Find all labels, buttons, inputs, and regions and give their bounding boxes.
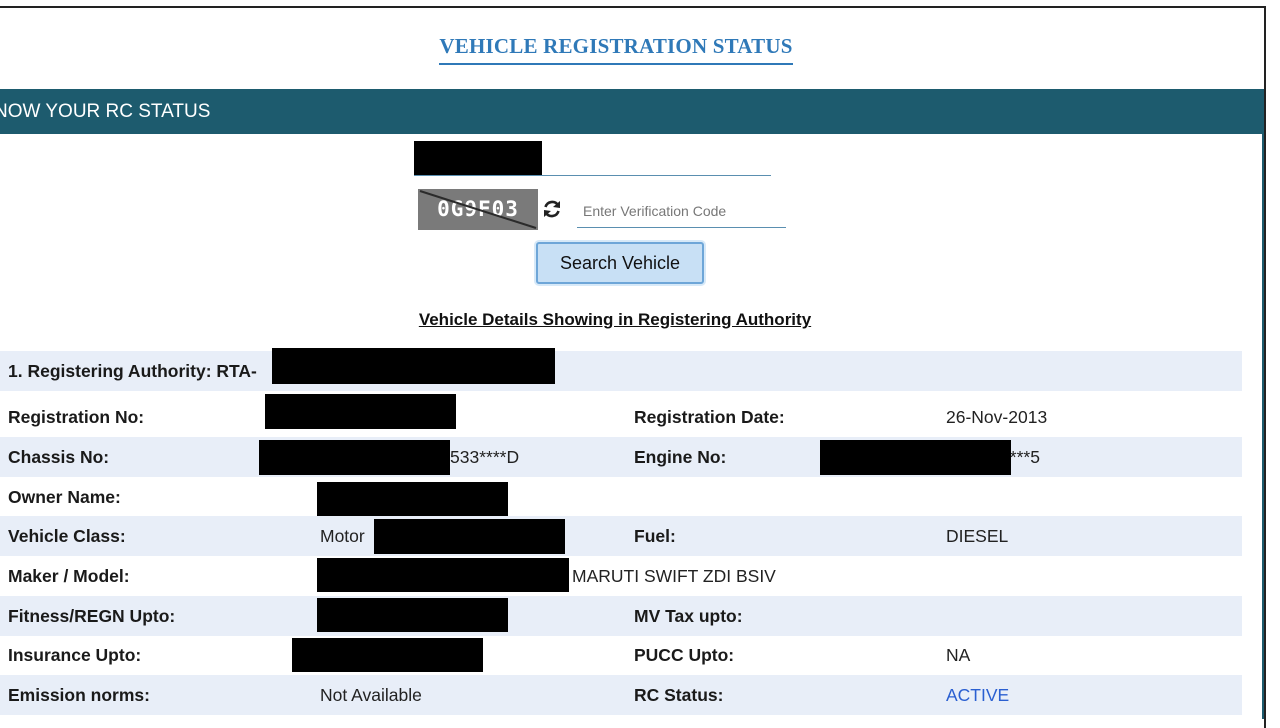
registration-no-label: Registration No:: [8, 407, 145, 427]
details-row-owner: Owner Name:: [0, 477, 1242, 517]
rc-status-label: RC Status:: [634, 685, 724, 705]
search-vehicle-button[interactable]: Search Vehicle: [536, 242, 704, 284]
page-title-text: VEHICLE REGISTRATION STATUS: [439, 34, 793, 65]
redaction-block: [374, 519, 565, 554]
refresh-icon[interactable]: [541, 198, 563, 220]
fuel-value: DIESEL: [946, 526, 1009, 546]
vehicle-class-label: Vehicle Class:: [8, 526, 126, 546]
captcha-noise: [419, 190, 537, 229]
registering-authority-label: 1. Registering Authority: RTA-: [8, 361, 257, 381]
details-row-registration: Registration No: Registration Date: 26-N…: [0, 397, 1242, 437]
page-title: VEHICLE REGISTRATION STATUS: [0, 34, 1232, 65]
fitness-upto-label: Fitness/REGN Upto:: [8, 606, 176, 626]
emission-norms-label: Emission norms:: [8, 685, 150, 705]
pucc-upto-label: PUCC Upto:: [634, 645, 735, 665]
redaction-block: [265, 394, 456, 429]
rc-status-value: ACTIVE: [946, 685, 1010, 705]
details-row-maker: Maker / Model: MARUTI SWIFT ZDI BSIV: [0, 556, 1242, 596]
registration-date-label: Registration Date:: [634, 407, 785, 427]
engine-no-label: Engine No:: [634, 447, 727, 467]
details-row-class: Vehicle Class: Motor Fuel: DIESEL: [0, 516, 1242, 556]
details-row-fitness: Fitness/REGN Upto: MV Tax upto:: [0, 596, 1242, 636]
panel-header: NOW YOUR RC STATUS: [0, 89, 1262, 134]
vehicle-class-value: Motor: [320, 526, 365, 546]
maker-model-label: Maker / Model:: [8, 566, 130, 586]
redaction-block: [820, 440, 1011, 475]
section-title: Vehicle Details Showing in Registering A…: [418, 310, 812, 329]
chassis-no-label: Chassis No:: [8, 447, 110, 467]
captcha-image: 0G9F03: [418, 189, 538, 230]
insurance-upto-label: Insurance Upto:: [8, 645, 142, 665]
details-row-authority: 1. Registering Authority: RTA-: [0, 351, 1242, 391]
redaction-block: [259, 440, 450, 475]
redaction-block: [292, 638, 483, 672]
redaction-block: [414, 141, 542, 175]
redaction-block: [272, 348, 555, 384]
registration-date-value: 26-Nov-2013: [946, 407, 1048, 427]
emission-norms-value: Not Available: [320, 685, 422, 705]
redaction-block: [317, 558, 569, 592]
redaction-block: [317, 482, 508, 517]
details-row-emission: Emission norms: Not Available RC Status:…: [0, 675, 1242, 715]
mv-tax-upto-label: MV Tax upto:: [634, 606, 743, 626]
owner-name-label: Owner Name:: [8, 487, 121, 507]
verification-code-input[interactable]: [577, 195, 786, 228]
redaction-block: [317, 598, 508, 632]
pucc-upto-value: NA: [946, 645, 971, 665]
fuel-label: Fuel:: [634, 526, 676, 546]
details-row-chassis: Chassis No: 533****D Engine No: ****5: [0, 437, 1242, 477]
details-row-insurance: Insurance Upto: PUCC Upto: NA: [0, 635, 1242, 675]
chassis-no-value: 533****D: [450, 447, 520, 467]
maker-model-value: MARUTI SWIFT ZDI BSIV: [572, 566, 776, 586]
